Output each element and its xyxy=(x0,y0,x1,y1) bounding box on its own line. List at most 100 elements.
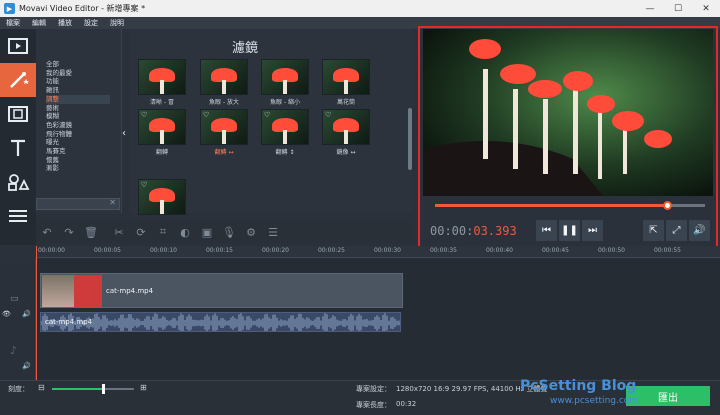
rotate-icon: ⟳ xyxy=(136,225,146,239)
previous-button[interactable]: ⏮ xyxy=(536,220,557,241)
filters-icon xyxy=(10,72,29,88)
project-length-value: 00:32 xyxy=(396,400,417,408)
zoom-handle[interactable] xyxy=(101,384,105,394)
project-length-label: 專案長度： xyxy=(356,401,391,409)
external-icon: ⇱ xyxy=(649,225,658,236)
redo-button[interactable]: ↷ xyxy=(58,221,80,243)
rotate-button[interactable]: ⟳ xyxy=(130,221,152,243)
title-bar: ▶ Movavi Video Editor - 新增專案 * — ☐ ✕ xyxy=(0,0,720,17)
filter-thumbnail[interactable]: ♡ xyxy=(138,109,186,145)
ruler-tick: 00:00:25 xyxy=(318,247,345,254)
library-scrollbar[interactable] xyxy=(408,108,412,170)
pause-button[interactable]: ❚❚ xyxy=(559,220,580,241)
import-media-button[interactable] xyxy=(0,29,36,63)
visibility-icon[interactable]: 👁 xyxy=(2,310,11,318)
watermark-title: PcSetting Blog xyxy=(520,378,637,394)
menu-settings[interactable]: 設定 xyxy=(84,18,98,28)
filter-search-input[interactable]: ✕ xyxy=(36,198,120,210)
favorite-icon[interactable]: ♡ xyxy=(264,111,270,119)
favorite-icon[interactable]: ♡ xyxy=(141,181,147,189)
color-adjust-button[interactable]: ◐ xyxy=(174,221,196,243)
clear-search-icon[interactable]: ✕ xyxy=(109,198,116,207)
audio-waveform xyxy=(41,313,400,331)
delete-button[interactable]: 🗑 xyxy=(80,221,102,243)
audio-clip-label: cat-mp4.mp4 xyxy=(45,318,93,326)
redo-icon: ↷ xyxy=(64,225,74,239)
filter-thumbnail[interactable]: ♡ xyxy=(138,179,186,215)
filter-library: 濾鏡 清晰 - 冒 魚眼 - 放大 魚眼 - 縮小 萬花筒 ♡ 翻轉 ♡ 翻轉 ↔ ♡ 翻轉 ↕ ♡… xyxy=(130,29,412,215)
collapse-panel-icon[interactable]: ‹ xyxy=(122,128,126,139)
next-button[interactable]: ⏭ xyxy=(582,220,603,241)
undo-button[interactable]: ↶ xyxy=(36,221,58,243)
track-volume-icon[interactable]: 🔊 xyxy=(22,310,31,318)
favorite-icon[interactable]: ♡ xyxy=(203,111,209,119)
menu-help[interactable]: 說明 xyxy=(110,18,124,28)
filter-category-item[interactable]: 藝術 xyxy=(46,104,121,113)
favorite-icon[interactable]: ♡ xyxy=(141,111,147,119)
playback-progress[interactable] xyxy=(435,201,705,210)
project-settings-label: 專案設定： xyxy=(356,385,391,393)
gear-icon: ⚙ xyxy=(246,225,256,239)
zoom-out-icon[interactable]: ⊟ xyxy=(38,383,45,392)
filter-category-item[interactable]: 色彩濾鏡 xyxy=(46,121,121,130)
audio-clip[interactable]: cat-mp4.mp4 xyxy=(40,312,401,332)
timeline-ruler[interactable]: 00:00:00 00:00:05 00:00:10 00:00:15 00:00:20… xyxy=(36,246,720,258)
menu-play[interactable]: 播放 xyxy=(58,18,72,28)
playhead[interactable] xyxy=(36,246,37,380)
filter-category-item[interactable]: 功能 xyxy=(46,77,121,86)
fullscreen-button[interactable]: ⤢ xyxy=(666,220,687,241)
favorite-icon[interactable]: ♡ xyxy=(325,111,331,119)
pause-icon: ❚❚ xyxy=(561,225,578,236)
video-clip[interactable]: cat-mp4.mp4 xyxy=(40,273,403,308)
filter-thumbnail[interactable] xyxy=(138,59,186,95)
image-button[interactable]: ▣ xyxy=(196,221,218,243)
maximize-button[interactable]: ☐ xyxy=(664,0,692,17)
crop-button[interactable]: ⌗ xyxy=(152,221,174,243)
volume-button[interactable]: 🔊 xyxy=(689,220,710,241)
zoom-slider[interactable] xyxy=(52,384,134,394)
ruler-tick: 00:00:05 xyxy=(94,247,121,254)
filter-label: 翻轉 ↕ xyxy=(275,149,295,156)
filter-category-item[interactable]: 漸影 xyxy=(46,164,121,173)
more-tools-button[interactable] xyxy=(0,199,36,233)
menu-file[interactable]: 檔案 xyxy=(6,18,20,28)
filter-category-list: 全部 我的最愛 功能 雜訊 調整 藝術 模糊 色彩濾鏡 飛行物體 曝光 馬賽克 懷舊 漸影 xyxy=(36,29,122,213)
stickers-button[interactable] xyxy=(0,165,36,199)
zoom-in-icon[interactable]: ⊞ xyxy=(140,383,147,392)
filter-category-item[interactable]: 調整 xyxy=(46,94,110,104)
playback-progress-fill xyxy=(435,204,668,207)
crop-icon: ⌗ xyxy=(159,225,167,238)
filter-category-item[interactable]: 雜訊 xyxy=(46,86,121,95)
playback-time: 00:00:03.393 xyxy=(430,224,517,238)
zoom-label: 刻度： xyxy=(8,385,29,393)
filter-thumbnail[interactable] xyxy=(322,59,370,95)
record-audio-button[interactable]: 🎙 xyxy=(218,221,240,243)
export-frame-button[interactable]: ⇱ xyxy=(643,220,664,241)
filter-thumbnail[interactable]: ♡ xyxy=(261,109,309,145)
filter-category-item[interactable]: 馬賽克 xyxy=(46,147,121,156)
transitions-button[interactable] xyxy=(0,97,36,131)
filter-thumbnail[interactable] xyxy=(261,59,309,95)
filter-category-item[interactable]: 全部 xyxy=(46,60,121,69)
image-icon: ▣ xyxy=(201,225,213,239)
filter-thumbnail[interactable] xyxy=(200,59,248,95)
clip-settings-button[interactable]: ⚙ xyxy=(240,221,262,243)
filter-category-item[interactable]: 曝光 xyxy=(46,138,121,147)
equalizer-button[interactable]: ☰ xyxy=(262,221,284,243)
close-button[interactable]: ✕ xyxy=(692,0,720,17)
app-icon: ▶ xyxy=(4,3,15,14)
edit-toolbar: ↶ ↷ 🗑 ✂ ⟳ ⌗ ◐ ▣ 🎙 ⚙ ☰ xyxy=(36,221,412,243)
filter-category-item[interactable]: 模糊 xyxy=(46,112,121,121)
filter-label: 魚眼 - 縮小 xyxy=(270,99,300,106)
titles-button[interactable] xyxy=(0,131,36,165)
menu-edit[interactable]: 編輯 xyxy=(32,18,46,28)
music-volume-icon[interactable]: 🔊 xyxy=(22,362,31,370)
filter-label: 翻轉 xyxy=(155,149,168,156)
export-button[interactable]: 匯出 xyxy=(626,386,710,406)
ruler-tick: 00:00:20 xyxy=(262,247,289,254)
minimize-button[interactable]: — xyxy=(636,0,664,17)
filters-button[interactable] xyxy=(0,63,36,97)
cut-button[interactable]: ✂ xyxy=(108,221,130,243)
filter-thumbnail[interactable]: ♡ xyxy=(322,109,370,145)
filter-thumbnail[interactable]: ♡ xyxy=(200,109,248,145)
